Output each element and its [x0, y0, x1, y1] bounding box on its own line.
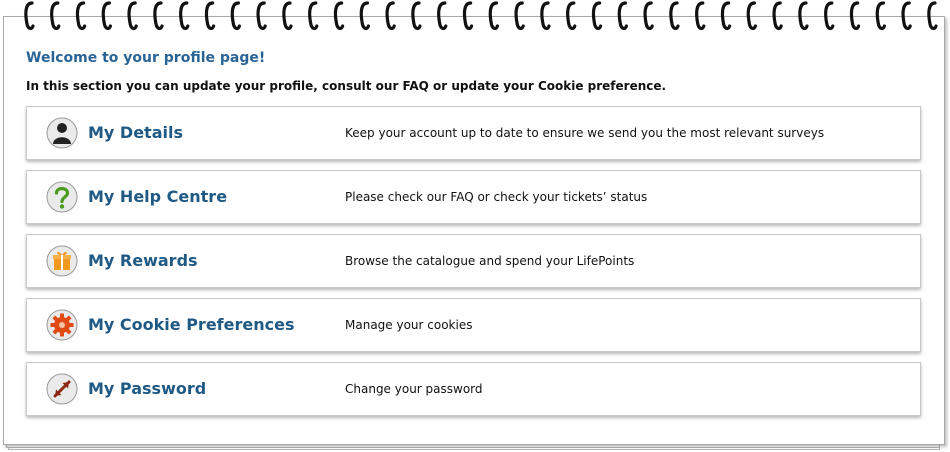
spiral-ring [824, 1, 835, 31]
spiral-ring [643, 1, 654, 31]
spiral-ring [308, 1, 319, 31]
spiral-ring [720, 1, 732, 31]
spiral-ring [591, 1, 603, 31]
spiral-ring [359, 1, 370, 31]
cog-icon [46, 309, 78, 341]
card-description: Please check our FAQ or check your ticke… [345, 190, 648, 204]
spiral-ring [256, 1, 267, 31]
key-arrow-icon [46, 373, 78, 405]
spiral-ring [849, 1, 861, 31]
spiral-ring [514, 1, 525, 31]
spiral-ring [566, 1, 577, 31]
spiral-ring [153, 1, 164, 31]
spiral-ring [50, 1, 61, 31]
spiral-ring [101, 1, 112, 31]
card-title: My Help Centre [88, 187, 228, 206]
spiral-ring [488, 1, 499, 31]
card-description: Keep your account up to date to ensure w… [345, 126, 825, 140]
card-title: My Password [88, 379, 207, 398]
gift-icon [46, 245, 78, 277]
spiral-ring [437, 1, 448, 31]
spiral-ring [24, 1, 35, 31]
spiral-ring [798, 1, 809, 31]
spiral-ring [230, 1, 241, 31]
card-description: Manage your cookies [345, 318, 473, 332]
spiral-ring [127, 1, 138, 31]
spiral-ring [617, 1, 628, 31]
spiral-ring [204, 1, 216, 31]
spiral-ring [669, 1, 680, 31]
spiral-ring [411, 1, 422, 31]
card-my-password[interactable]: My Password Change your password [26, 362, 921, 416]
user-icon [46, 117, 78, 149]
card-my-rewards[interactable]: My Rewards Browse the catalogue and spen… [26, 234, 921, 288]
card-title: My Rewards [88, 251, 198, 270]
spiral-ring [927, 1, 938, 31]
spiral-ring [462, 1, 474, 31]
card-my-help-centre[interactable]: My Help Centre Please check our FAQ or c… [26, 170, 921, 224]
spiral-ring [333, 1, 345, 31]
welcome-heading: Welcome to your profile page! [26, 50, 266, 66]
spiral-ring [75, 1, 87, 31]
intro-text: In this section you can update your prof… [26, 79, 667, 93]
spiral-ring [746, 1, 757, 31]
spiral-ring [385, 1, 396, 31]
card-description: Change your password [345, 382, 483, 396]
card-my-details[interactable]: My Details Keep your account up to date … [26, 106, 921, 160]
card-my-cookie-preferences[interactable]: My Cookie Preferences Manage your cookie… [26, 298, 921, 352]
card-description: Browse the catalogue and spend your Life… [345, 254, 635, 268]
spiral-ring [540, 1, 551, 31]
question-mark-icon [46, 181, 78, 213]
spiral-ring [772, 1, 783, 31]
spiral-ring [179, 1, 190, 31]
card-title: My Details [88, 123, 183, 142]
spiral-ring [901, 1, 912, 31]
card-title: My Cookie Preferences [88, 315, 295, 334]
spiral-ring [695, 1, 706, 31]
spiral-ring [875, 1, 886, 31]
spiral-binding [24, 1, 938, 31]
spiral-ring [282, 1, 293, 31]
